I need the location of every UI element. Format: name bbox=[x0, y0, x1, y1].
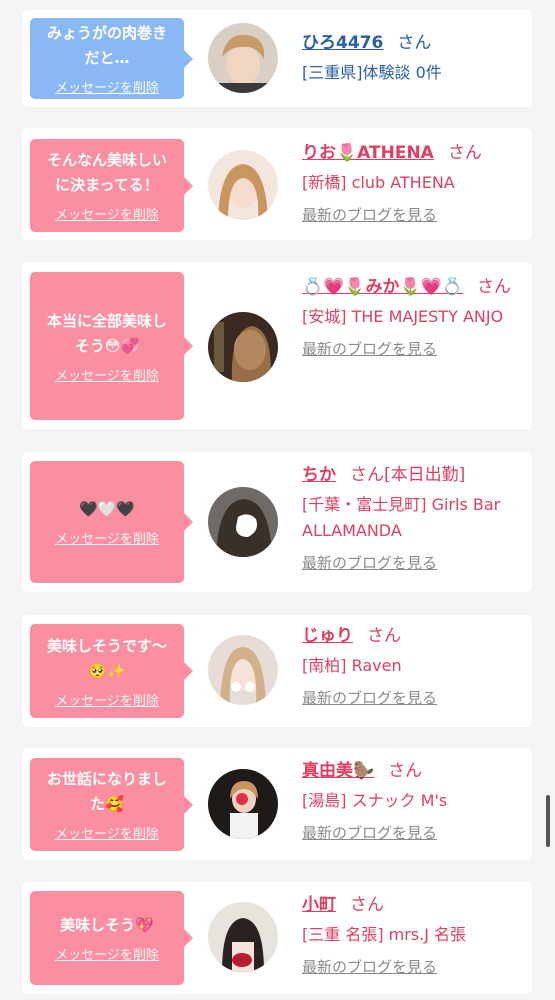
user-info: じゅり さん [南柏] Raven 最新のブログを見る bbox=[302, 623, 522, 708]
message-bubble: 🖤🤍🖤 メッセージを削除 bbox=[30, 461, 193, 583]
latest-blog-link[interactable]: 最新のブログを見る bbox=[302, 956, 522, 977]
message-bubble: みょうがの肉巻き だと… メッセージを削除 bbox=[30, 18, 193, 99]
avatar[interactable] bbox=[208, 150, 278, 220]
delete-message-link[interactable]: メッセージを削除 bbox=[55, 528, 159, 547]
shop-info: [三重県]体験談 0件 bbox=[302, 63, 442, 82]
comment-card: 美味しそうです～ 🥺✨ メッセージを削除 じゅり さん [南柏] Raven 最新… bbox=[22, 615, 532, 727]
message-bubble: そんなん美味しい に決まってる！ メッセージを削除 bbox=[30, 139, 193, 232]
comment-card: 本当に全部美味し そう😳💞 メッセージを削除 💍💗🌷みか🌷💗💍 さん [安城] T… bbox=[22, 262, 532, 429]
message-text: 美味しそうです～ 🥺✨ bbox=[46, 636, 167, 680]
message-text: 🖤🤍🖤 bbox=[78, 500, 136, 518]
honorific: さん bbox=[447, 143, 482, 163]
message-text: 美味しそう💖 bbox=[60, 916, 154, 934]
shop-info: [三重 名張] mrs.J 名張 bbox=[302, 925, 467, 944]
honorific: さん bbox=[367, 626, 401, 646]
user-info: 小町 さん [三重 名張] mrs.J 名張 最新のブログを見る bbox=[302, 892, 522, 977]
user-name-link[interactable]: 💍💗🌷みか🌷💗💍 bbox=[302, 277, 463, 297]
attendance-status: [本日出勤] bbox=[384, 465, 466, 485]
delete-message-link[interactable]: メッセージを削除 bbox=[55, 365, 159, 384]
avatar[interactable] bbox=[208, 769, 278, 839]
comment-card: みょうがの肉巻き だと… メッセージを削除 ひろ4476 さん [三重県]体験談 … bbox=[22, 10, 532, 107]
user-name-link[interactable]: ちか bbox=[302, 465, 336, 485]
comment-card: 美味しそう💖 メッセージを削除 小町 さん [三重 名張] mrs.J 名張 最新… bbox=[22, 882, 532, 994]
honorific: さん bbox=[350, 895, 384, 915]
user-name-link[interactable]: 真由美🦫 bbox=[302, 761, 374, 781]
honorific: さん bbox=[397, 33, 432, 53]
latest-blog-link[interactable]: 最新のブログを見る bbox=[302, 687, 522, 708]
user-name-link[interactable]: ひろ4476 bbox=[302, 33, 383, 53]
latest-blog-link[interactable]: 最新のブログを見る bbox=[302, 204, 522, 225]
avatar[interactable] bbox=[208, 902, 278, 972]
user-info: 💍💗🌷みか🌷💗💍 さん [安城] THE MAJESTY ANJO 最新のブログを… bbox=[302, 274, 522, 359]
message-text: そんなん美味しい に決まってる！ bbox=[46, 151, 167, 194]
shop-info: [新橋] club ATHENA bbox=[302, 173, 455, 192]
scrollbar[interactable] bbox=[546, 795, 550, 847]
user-name-link[interactable]: じゅり bbox=[302, 626, 353, 646]
shop-info: [南柏] Raven bbox=[302, 656, 402, 675]
user-name-link[interactable]: 小町 bbox=[302, 895, 336, 915]
message-bubble: 美味しそう💖 メッセージを削除 bbox=[30, 891, 193, 985]
delete-message-link[interactable]: メッセージを削除 bbox=[55, 690, 159, 709]
user-name-link[interactable]: りお🌷ATHENA bbox=[302, 143, 434, 163]
message-text: 本当に全部美味し そう😳💞 bbox=[46, 311, 167, 355]
user-info: ひろ4476 さん [三重県]体験談 0件 bbox=[302, 30, 522, 86]
message-bubble: お世話になりまし た🥰 メッセージを削除 bbox=[30, 758, 193, 851]
latest-blog-link[interactable]: 最新のブログを見る bbox=[302, 552, 522, 573]
honorific: さん bbox=[350, 465, 384, 485]
message-text: みょうがの肉巻き だと… bbox=[46, 24, 167, 67]
delete-message-link[interactable]: メッセージを削除 bbox=[55, 823, 159, 842]
honorific: さん bbox=[477, 277, 512, 297]
message-text: お世話になりまし た🥰 bbox=[46, 770, 167, 813]
delete-message-link[interactable]: メッセージを削除 bbox=[55, 944, 159, 963]
avatar[interactable] bbox=[208, 23, 278, 93]
comment-card: そんなん美味しい に決まってる！ メッセージを削除 りお🌷ATHENA さん [新… bbox=[22, 128, 532, 240]
avatar[interactable] bbox=[208, 635, 278, 705]
shop-info: [千葉・富士見町] Girls Bar ALLAMANDA bbox=[302, 495, 501, 540]
avatar[interactable] bbox=[208, 487, 278, 557]
user-info: ちか さん[本日出勤] [千葉・富士見町] Girls Bar ALLAMANDA… bbox=[302, 462, 522, 573]
delete-message-link[interactable]: メッセージを削除 bbox=[55, 77, 159, 96]
avatar[interactable] bbox=[208, 312, 278, 382]
latest-blog-link[interactable]: 最新のブログを見る bbox=[302, 338, 522, 359]
comment-card: お世話になりまし た🥰 メッセージを削除 真由美🦫 さん [湯島] スナック M'… bbox=[22, 748, 532, 860]
message-bubble: 美味しそうです～ 🥺✨ メッセージを削除 bbox=[30, 624, 193, 718]
user-info: りお🌷ATHENA さん [新橋] club ATHENA 最新のブログを見る bbox=[302, 140, 522, 225]
delete-message-link[interactable]: メッセージを削除 bbox=[55, 204, 159, 223]
user-info: 真由美🦫 さん [湯島] スナック M's 最新のブログを見る bbox=[302, 758, 522, 843]
message-bubble: 本当に全部美味し そう😳💞 メッセージを削除 bbox=[30, 272, 193, 420]
shop-info: [湯島] スナック M's bbox=[302, 791, 448, 810]
shop-info: [安城] THE MAJESTY ANJO bbox=[302, 307, 504, 326]
latest-blog-link[interactable]: 最新のブログを見る bbox=[302, 822, 522, 843]
comment-card: 🖤🤍🖤 メッセージを削除 ちか さん[本日出勤] [千葉・富士見町] Girls … bbox=[22, 452, 532, 592]
honorific: さん bbox=[388, 761, 423, 781]
